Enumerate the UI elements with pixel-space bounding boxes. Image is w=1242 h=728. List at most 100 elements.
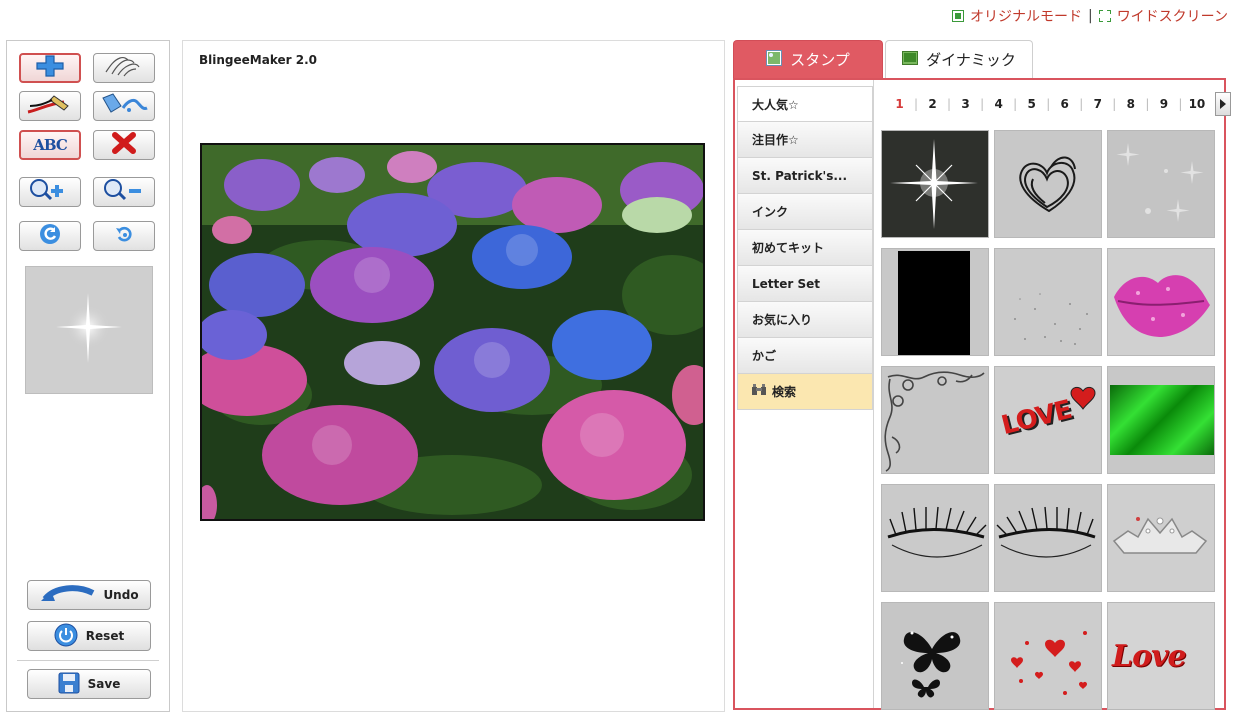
stamp-pink-lips[interactable]	[1107, 248, 1215, 356]
original-mode-link[interactable]: オリジナルモード	[970, 6, 1082, 26]
category-letter-set[interactable]: Letter Set	[737, 266, 873, 302]
red-x-icon	[111, 131, 137, 159]
stamp-panel: 大人気☆ 注目作☆ St. Patrick's... インク 初めてキット Le…	[733, 78, 1232, 710]
page-6[interactable]: 6	[1050, 97, 1079, 111]
save-button[interactable]: Save	[27, 669, 151, 699]
top-links: オリジナルモード | ワイドスクリーン	[951, 6, 1228, 26]
category-search[interactable]: 検索	[737, 374, 873, 410]
tab-stamp-label: スタンプ	[790, 51, 850, 69]
category-basket[interactable]: かご	[737, 338, 873, 374]
top-links-separator: |	[1087, 8, 1093, 24]
category-search-label: 検索	[772, 385, 797, 399]
black-bar-shape	[898, 251, 970, 355]
stamp-ornament-corner[interactable]	[881, 366, 989, 474]
page-2[interactable]: 2	[918, 97, 947, 111]
hand-icon	[102, 54, 146, 82]
category-divider	[873, 80, 874, 708]
wide-screen-icon	[1097, 9, 1112, 23]
move-tool-button[interactable]	[19, 53, 81, 83]
stamp-love-glitter[interactable]: Love	[1107, 602, 1215, 710]
stamp-eyelashes-right[interactable]	[994, 484, 1102, 592]
canvas-panel: BlingeeMaker 2.0	[182, 40, 725, 712]
stamp-sparkle-star[interactable]	[881, 130, 989, 238]
wide-screen-link[interactable]: ワイドスクリーン	[1117, 6, 1228, 26]
dynamic-tab-icon	[902, 50, 919, 69]
tab-dynamic[interactable]: ダイナミック	[885, 40, 1033, 78]
floppy-disk-icon	[58, 672, 80, 697]
stamp-grid: LOVE Love	[881, 130, 1215, 710]
stamp-black-butterflies[interactable]	[881, 602, 989, 710]
reset-button[interactable]: Reset	[27, 621, 151, 651]
category-ink[interactable]: インク	[737, 194, 873, 230]
stamp-scribble-heart[interactable]	[994, 130, 1102, 238]
rotate-right-icon	[112, 222, 136, 250]
toolbar-divider	[17, 660, 159, 661]
stamp-silver-tiara[interactable]	[1107, 484, 1215, 592]
save-label: Save	[87, 677, 121, 691]
category-popular[interactable]: 大人気☆	[737, 86, 873, 122]
page-7[interactable]: 7	[1083, 97, 1112, 111]
love-heart-icon	[1070, 386, 1096, 410]
pan-tool-button[interactable]	[93, 53, 155, 83]
rotate-left-icon	[38, 222, 62, 250]
category-st-patricks[interactable]: St. Patrick's...	[737, 158, 873, 194]
ornament-corner-icon	[884, 371, 985, 472]
category-favorites[interactable]: お気に入り	[737, 302, 873, 338]
stamp-preview	[25, 266, 153, 394]
page-4[interactable]: 4	[984, 97, 1013, 111]
page-9[interactable]: 9	[1149, 97, 1178, 111]
undo-arrow-icon	[39, 583, 95, 608]
stamp-black-bar[interactable]	[881, 248, 989, 356]
eyelashes-right-icon	[996, 506, 1096, 558]
undo-button[interactable]: Undo	[27, 580, 151, 610]
canvas-photo[interactable]	[200, 143, 705, 521]
abc-text-icon: ABC	[33, 136, 68, 154]
pagination: 1 | 2 | 3 | 4 | 5 | 6 | 7 | 8 | 9 | 10	[885, 92, 1232, 116]
stamp-green-gradient[interactable]	[1107, 366, 1215, 474]
page-1[interactable]: 1	[885, 97, 914, 111]
binoculars-icon	[752, 384, 766, 399]
category-list: 大人気☆ 注目作☆ St. Patrick's... インク 初めてキット Le…	[737, 86, 873, 410]
undo-label: Undo	[103, 588, 139, 602]
stamp-tab-icon	[766, 49, 783, 70]
love-glitter-text: Love	[1112, 639, 1187, 674]
scribble-heart-icon	[1019, 156, 1076, 213]
fill-tool-button[interactable]	[93, 91, 155, 121]
delete-tool-button[interactable]	[93, 130, 155, 160]
rotate-right-button[interactable]	[93, 221, 155, 251]
power-icon	[54, 623, 78, 650]
tab-stamp[interactable]: スタンプ	[733, 40, 883, 78]
next-page-button[interactable]	[1215, 92, 1232, 116]
pen-icon	[26, 92, 74, 120]
app-title: BlingeeMaker 2.0	[199, 53, 317, 67]
draw-tool-button[interactable]	[19, 91, 81, 121]
tiara-icon	[1112, 517, 1208, 554]
sparkle-preview-icon	[56, 293, 122, 363]
category-starter-kit[interactable]: 初めてキット	[737, 230, 873, 266]
plus-cross-icon	[33, 54, 67, 82]
stamp-love-text[interactable]: LOVE	[994, 366, 1102, 474]
green-gradient-shape	[1110, 385, 1214, 455]
stamp-eyelashes-left[interactable]	[881, 484, 989, 592]
stamp-tabs: スタンプ ダイナミック	[733, 40, 1033, 78]
faint-sparkles-icon	[1116, 143, 1204, 222]
tool-panel: ABC Undo Reset Save	[6, 40, 170, 712]
reset-label: Reset	[85, 629, 125, 643]
original-mode-icon	[951, 10, 964, 22]
glitter-dust-icon	[1014, 293, 1088, 345]
butterflies-icon	[901, 631, 961, 698]
paint-bucket-icon	[99, 92, 149, 120]
zoom-out-button[interactable]	[93, 177, 155, 207]
rotate-left-button[interactable]	[19, 221, 81, 251]
page-3[interactable]: 3	[951, 97, 980, 111]
zoom-in-button[interactable]	[19, 177, 81, 207]
stamp-faint-sparkles[interactable]	[1107, 130, 1215, 238]
stamp-red-hearts[interactable]	[994, 602, 1102, 710]
page-8[interactable]: 8	[1116, 97, 1145, 111]
category-featured[interactable]: 注目作☆	[737, 122, 873, 158]
stamp-glitter-dust[interactable]	[994, 248, 1102, 356]
magnifier-plus-icon	[27, 177, 73, 207]
page-10[interactable]: 10	[1182, 97, 1211, 111]
text-tool-button[interactable]: ABC	[19, 130, 81, 160]
page-5[interactable]: 5	[1017, 97, 1046, 111]
